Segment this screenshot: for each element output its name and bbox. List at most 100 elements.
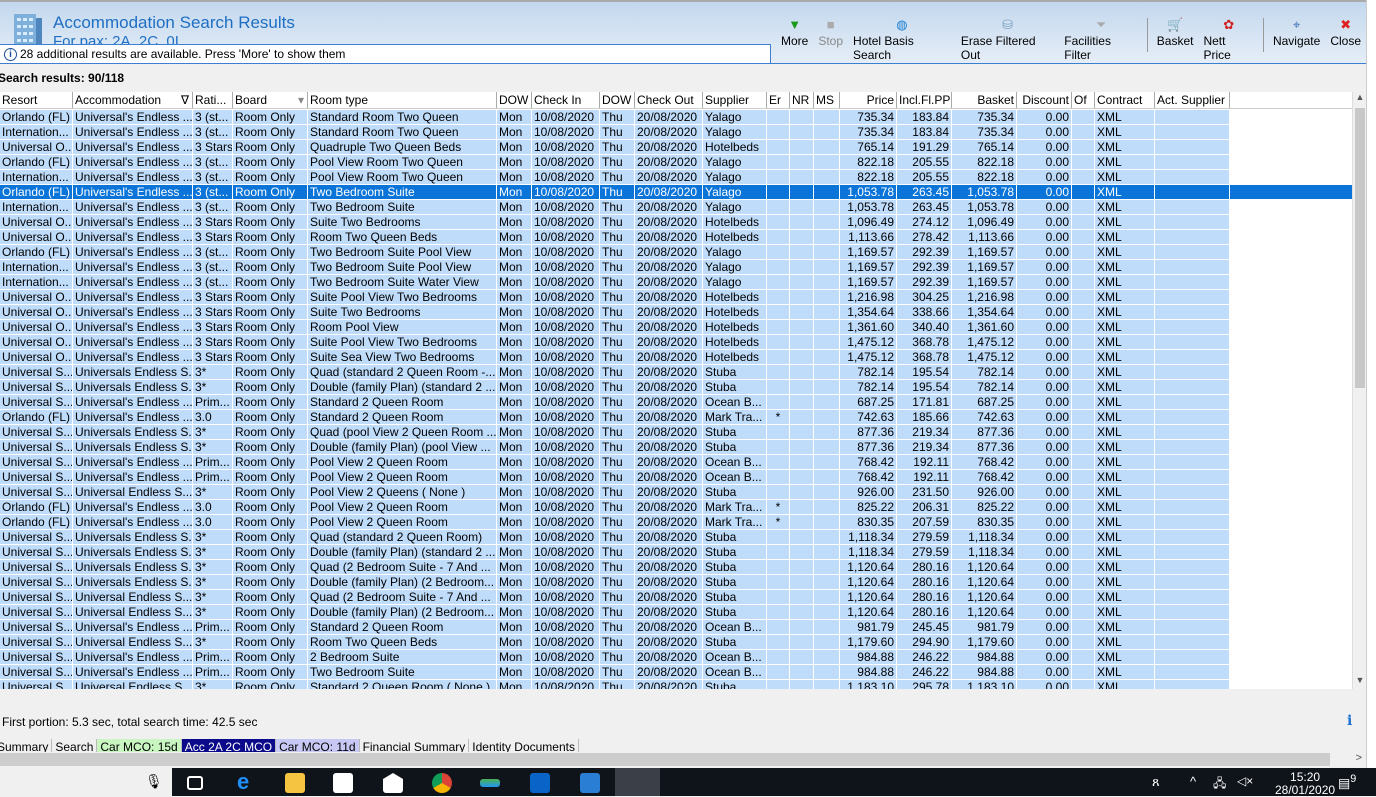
table-row[interactable]: Universal O... Universal's Endless ... 3 S…	[0, 320, 1352, 335]
column-header-board[interactable]: Board ▾	[233, 92, 308, 108]
column-header-resort[interactable]: Resort	[0, 92, 73, 108]
outlook-icon[interactable]	[530, 773, 550, 793]
column-header-incl-fl-pp[interactable]: Incl.Fl.PP	[897, 92, 952, 108]
notifications-icon[interactable]: ▤9	[1338, 773, 1356, 791]
cell-nr	[790, 260, 814, 274]
table-row[interactable]: Universal S... Universal's Endless ... Pri…	[0, 665, 1352, 680]
chevron-up-icon[interactable]: ^	[1190, 774, 1196, 789]
scroll-up-icon[interactable]: ▲	[1353, 92, 1367, 106]
table-row[interactable]: Universal S... Universals Endless S... 3* R…	[0, 365, 1352, 380]
microphone-icon[interactable]: 🎙	[145, 773, 163, 790]
table-row[interactable]: Orlando (FL) Universal's Endless ... 3 (st…	[0, 155, 1352, 170]
file-explorer-icon[interactable]	[285, 773, 305, 793]
filter-icon[interactable]: ∇	[181, 92, 189, 108]
scroll-thumb[interactable]	[0, 753, 1330, 766]
table-row[interactable]: Universal S... Universal's Endless ... Pri…	[0, 620, 1352, 635]
table-row[interactable]: Universal S... Universals Endless S... 3* R…	[0, 575, 1352, 590]
facilities-filter-button[interactable]: ⏷ Facilities Filter	[1059, 16, 1143, 62]
people-icon[interactable]: ጸ	[1152, 774, 1160, 790]
mail-icon[interactable]	[383, 773, 403, 793]
column-header-dow-in[interactable]: DOW	[497, 92, 532, 108]
table-row[interactable]: Universal S... Universal Endless S... 3* Ro…	[0, 605, 1352, 620]
cell-contract: XML	[1095, 515, 1155, 529]
volume-muted-icon[interactable]: ◁×	[1237, 774, 1253, 788]
table-row[interactable]: Orlando (FL) Universal's Endless ... 3 (st…	[0, 245, 1352, 260]
column-header-discount[interactable]: Discount	[1017, 92, 1072, 108]
column-header-price[interactable]: Price	[840, 92, 897, 108]
table-row[interactable]: Internation... Universal's Endless ... 3 (…	[0, 170, 1352, 185]
table-row[interactable]: Universal S... Universals Endless S... 3* R…	[0, 545, 1352, 560]
dropdown-icon[interactable]: ▾	[298, 92, 304, 108]
column-header-room-type[interactable]: Room type	[308, 92, 497, 108]
column-header-supplier[interactable]: Supplier	[703, 92, 767, 108]
clock[interactable]: 15:20 28/01/2020	[1275, 771, 1335, 797]
table-row[interactable]: Universal S... Universal Endless S... 3* Ro…	[0, 485, 1352, 500]
cell-discount: 0.00	[1017, 335, 1072, 349]
column-header-check-out[interactable]: Check Out	[635, 92, 703, 108]
close-button[interactable]: ✖ Close	[1325, 16, 1366, 56]
table-row[interactable]: Internation... Universal's Endless ... 3 (…	[0, 200, 1352, 215]
app-arrow-icon[interactable]	[580, 773, 600, 793]
table-row[interactable]: Universal S... Universal's Endless ... Pri…	[0, 650, 1352, 665]
column-header-ms[interactable]: MS	[814, 92, 840, 108]
table-row[interactable]: Universal O... Universal's Endless ... 3 S…	[0, 290, 1352, 305]
cell-resort: Orlando (FL)	[0, 410, 73, 424]
table-row[interactable]: Orlando (FL) Universal's Endless ... 3 (st…	[0, 185, 1352, 200]
table-row[interactable]: Orlando (FL) Universal's Endless ... 3.0 Ro…	[0, 515, 1352, 530]
hotel-basis-search-button[interactable]: ◍ Hotel Basis Search	[848, 16, 956, 62]
column-header-basket[interactable]: Basket	[952, 92, 1017, 108]
basket-button[interactable]: 🛒 Basket	[1152, 16, 1199, 56]
nett-price-button[interactable]: ✿ Nett Price	[1198, 16, 1259, 62]
column-header-act-supplier[interactable]: Act. Supplier	[1155, 92, 1230, 108]
table-row[interactable]: Internation... Universal's Endless ... 3 (…	[0, 275, 1352, 290]
erase-filtered-out-button[interactable]: ⛁ Erase Filtered Out	[956, 16, 1059, 62]
column-header-er[interactable]: Er	[767, 92, 790, 108]
table-row[interactable]: Universal O... Universal's Endless ... 3 S…	[0, 305, 1352, 320]
table-row[interactable]: Universal S... Universals Endless S... 3* R…	[0, 560, 1352, 575]
edge-icon[interactable]: e	[237, 769, 257, 794]
table-row[interactable]: Internation... Universal's Endless ... 3 (…	[0, 125, 1352, 140]
scroll-down-icon[interactable]: ▼	[1353, 675, 1367, 689]
cell-discount: 0.00	[1017, 215, 1072, 229]
table-row[interactable]: Universal O... Universal's Endless ... 3 S…	[0, 230, 1352, 245]
table-row[interactable]: Universal S... Universal's Endless ... Pri…	[0, 455, 1352, 470]
search-area[interactable]: 🎙	[0, 768, 172, 796]
table-row[interactable]: Internation... Universal's Endless ... 3 (…	[0, 260, 1352, 275]
table-row[interactable]: Universal S... Universals Endless S... 3* R…	[0, 425, 1352, 440]
table-row[interactable]: Universal O... Universal's Endless ... 3 S…	[0, 350, 1352, 365]
table-row[interactable]: Universal O... Universal's Endless ... 3 S…	[0, 140, 1352, 155]
app-icon[interactable]	[480, 779, 500, 787]
navigate-button[interactable]: ⌖ Navigate	[1268, 16, 1325, 56]
table-row[interactable]: Orlando (FL) Universal's Endless ... 3.0 Ro…	[0, 410, 1352, 425]
table-row[interactable]: Universal O... Universal's Endless ... 3 S…	[0, 215, 1352, 230]
chrome-icon[interactable]	[432, 773, 452, 793]
network-icon[interactable]: 🖧	[1213, 774, 1226, 795]
scroll-thumb[interactable]	[1355, 108, 1365, 388]
task-view-icon[interactable]	[187, 776, 203, 790]
info-icon[interactable]: i	[1347, 713, 1352, 729]
table-row[interactable]: Orlando (FL) Universal's Endless ... 3.0 Ro…	[0, 500, 1352, 515]
table-row[interactable]: Universal S... Universal's Endless ... Pri…	[0, 470, 1352, 485]
column-header-contract[interactable]: Contract	[1095, 92, 1155, 108]
horizontal-scrollbar[interactable]: >	[0, 752, 1366, 768]
table-row[interactable]: Universal O... Universal's Endless ... 3 S…	[0, 335, 1352, 350]
column-header-of[interactable]: Of	[1072, 92, 1095, 108]
table-row[interactable]: Universal S... Universal's Endless ... Pri…	[0, 395, 1352, 410]
column-header-rating[interactable]: Rati...	[193, 92, 233, 108]
column-header-nr[interactable]: NR	[790, 92, 814, 108]
column-header-check-in[interactable]: Check In	[532, 92, 600, 108]
scroll-right-icon[interactable]: >	[1356, 752, 1362, 764]
table-row[interactable]: Universal S... Universals Endless S... 3* R…	[0, 380, 1352, 395]
remote-app-icon[interactable]	[615, 768, 660, 796]
table-row[interactable]: Orlando (FL) Universal's Endless ... 3 (st…	[0, 110, 1352, 125]
column-header-accommodation[interactable]: Accommodation ∇	[73, 92, 193, 108]
more-button[interactable]: ▼ More	[776, 16, 813, 56]
table-row[interactable]: Universal S... Universal Endless S... 3* Ro…	[0, 680, 1352, 689]
table-row[interactable]: Universal S... Universal Endless S... 3* Ro…	[0, 590, 1352, 605]
column-header-dow-out[interactable]: DOW	[600, 92, 635, 108]
table-row[interactable]: Universal S... Universal Endless S... 3* Ro…	[0, 635, 1352, 650]
vertical-scrollbar[interactable]: ▲ ▼	[1352, 92, 1366, 689]
table-row[interactable]: Universal S... Universals Endless S... 3* R…	[0, 530, 1352, 545]
table-row[interactable]: Universal S... Universals Endless S... 3* R…	[0, 440, 1352, 455]
store-icon[interactable]	[333, 773, 353, 793]
